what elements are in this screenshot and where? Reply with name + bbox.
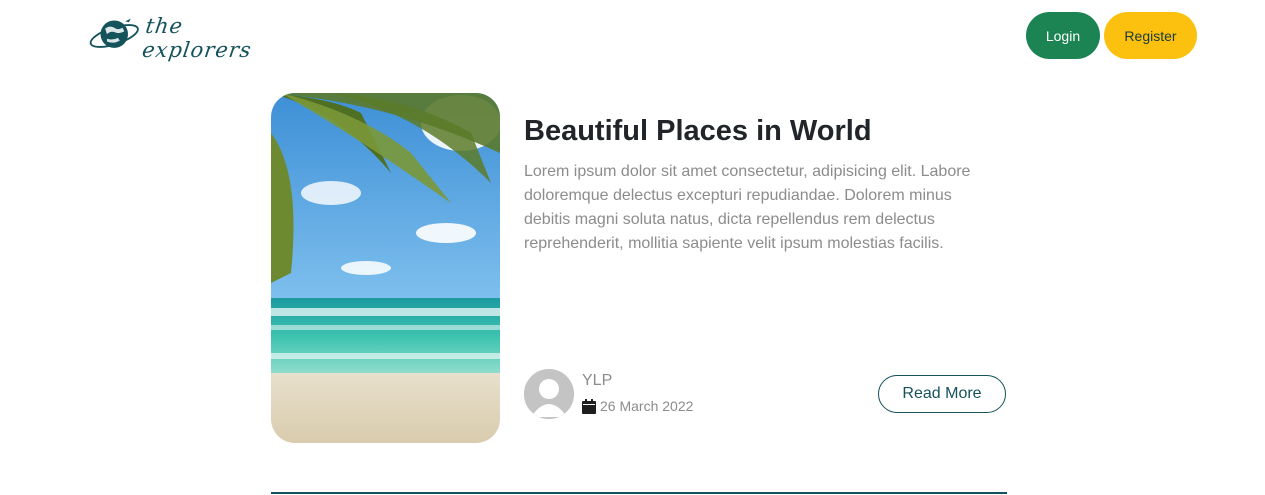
login-button[interactable]: Login	[1026, 12, 1100, 59]
globe-plane-icon	[89, 18, 139, 48]
read-more-button[interactable]: Read More	[878, 375, 1006, 413]
post-description: Lorem ipsum dolor sit amet consectetur, …	[524, 163, 971, 252]
post-image[interactable]	[271, 93, 500, 443]
beach-palm-image	[271, 93, 500, 443]
post-card: Beautiful Places in World Lorem ipsum do…	[271, 93, 1007, 443]
brand-logo[interactable]: the explorers	[85, 10, 285, 62]
calendar-icon	[582, 398, 596, 414]
post-author: YLP 26 March 2022	[524, 369, 754, 419]
brand-name: the explorers	[140, 14, 254, 62]
post-title: Beautiful Places in World	[524, 115, 872, 147]
register-button[interactable]: Register	[1104, 12, 1197, 59]
user-avatar-icon	[524, 369, 574, 419]
post-date-text: 26 March 2022	[600, 398, 694, 414]
card-divider	[271, 492, 1007, 494]
avatar	[524, 369, 574, 419]
post-date: 26 March 2022	[582, 398, 693, 414]
site-header: the explorers Login Register	[0, 0, 1265, 75]
author-name: YLP	[582, 372, 613, 389]
